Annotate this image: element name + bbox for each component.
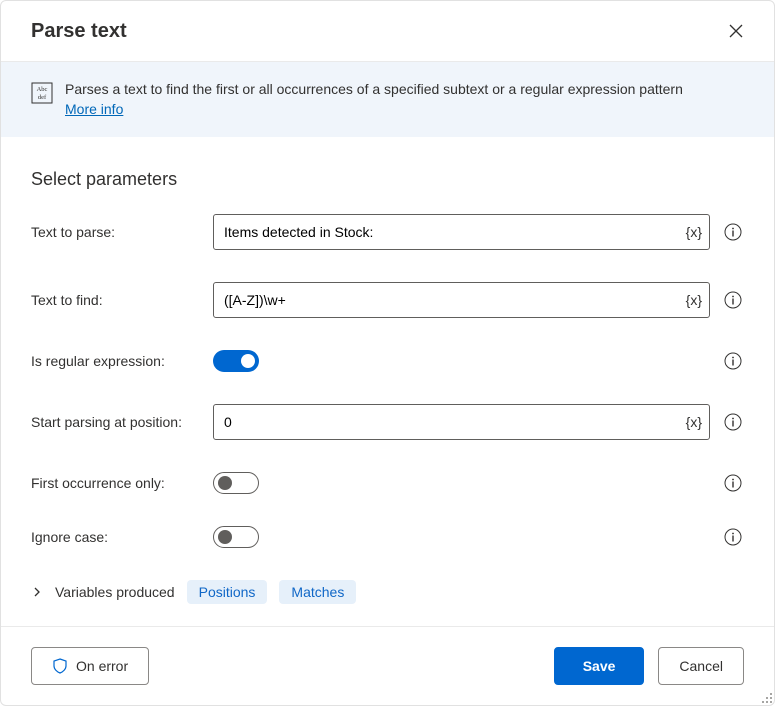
start-position-input[interactable] <box>213 404 710 440</box>
param-ignore-case: Ignore case: <box>31 526 744 548</box>
more-info-link[interactable]: More info <box>65 101 123 117</box>
cancel-button[interactable]: Cancel <box>658 647 744 685</box>
first-occurrence-toggle[interactable] <box>213 472 259 494</box>
shield-icon <box>52 658 68 674</box>
ignore-case-toggle[interactable] <box>213 526 259 548</box>
variables-produced-label[interactable]: Variables produced <box>55 584 175 600</box>
resize-grip-icon[interactable] <box>759 690 773 704</box>
param-text-to-parse: Text to parse: {x} <box>31 214 744 250</box>
info-icon <box>724 413 742 431</box>
close-button[interactable] <box>720 15 752 47</box>
info-icon <box>724 352 742 370</box>
save-label: Save <box>583 658 616 674</box>
on-error-button[interactable]: On error <box>31 647 149 685</box>
save-button[interactable]: Save <box>554 647 645 685</box>
section-title: Select parameters <box>31 169 744 190</box>
param-start-pos: Start parsing at position: {x} <box>31 404 744 440</box>
param-label: Text to find: <box>31 292 213 308</box>
dialog-title: Parse text <box>31 20 127 43</box>
abc-def-icon: Abc def <box>31 82 53 104</box>
variable-chip-positions[interactable]: Positions <box>187 580 268 604</box>
param-first-only: First occurrence only: <box>31 472 744 494</box>
info-icon-button[interactable] <box>722 526 744 548</box>
info-icon-button[interactable] <box>722 350 744 372</box>
variable-chip-matches[interactable]: Matches <box>279 580 356 604</box>
info-text: Parses a text to find the first or all o… <box>65 80 683 119</box>
info-icon <box>724 291 742 309</box>
is-regex-toggle[interactable] <box>213 350 259 372</box>
dialog-content: Select parameters Text to parse: {x} Tex… <box>1 137 774 626</box>
info-icon <box>724 474 742 492</box>
parse-text-dialog: Parse text Abc def Parses a text to find… <box>0 0 775 706</box>
variable-token-button[interactable]: {x} <box>686 224 702 240</box>
dialog-header: Parse text <box>1 1 774 62</box>
svg-text:def: def <box>38 94 47 101</box>
dialog-footer: On error Save Cancel <box>1 626 774 705</box>
chevron-right-icon <box>31 586 43 598</box>
info-icon-button[interactable] <box>722 221 744 243</box>
expand-variables-button[interactable] <box>31 586 43 598</box>
info-bar: Abc def Parses a text to find the first … <box>1 62 774 137</box>
close-icon <box>729 24 743 38</box>
param-label: Start parsing at position: <box>31 414 213 430</box>
param-text-to-find: Text to find: {x} <box>31 282 744 318</box>
info-description: Parses a text to find the first or all o… <box>65 81 683 97</box>
cancel-label: Cancel <box>679 658 723 674</box>
text-to-parse-input[interactable] <box>213 214 710 250</box>
variables-produced-row: Variables produced Positions Matches <box>31 580 744 604</box>
param-is-regex: Is regular expression: <box>31 350 744 372</box>
param-label: Is regular expression: <box>31 353 213 369</box>
info-icon <box>724 223 742 241</box>
param-label: Text to parse: <box>31 224 213 240</box>
info-icon <box>724 528 742 546</box>
on-error-label: On error <box>76 658 128 674</box>
variable-token-button[interactable]: {x} <box>686 292 702 308</box>
info-icon-button[interactable] <box>722 411 744 433</box>
svg-text:Abc: Abc <box>37 86 48 93</box>
text-to-find-input[interactable] <box>213 282 710 318</box>
variable-token-button[interactable]: {x} <box>686 414 702 430</box>
param-label: First occurrence only: <box>31 475 213 491</box>
info-icon-button[interactable] <box>722 289 744 311</box>
info-icon-button[interactable] <box>722 472 744 494</box>
param-label: Ignore case: <box>31 529 213 545</box>
